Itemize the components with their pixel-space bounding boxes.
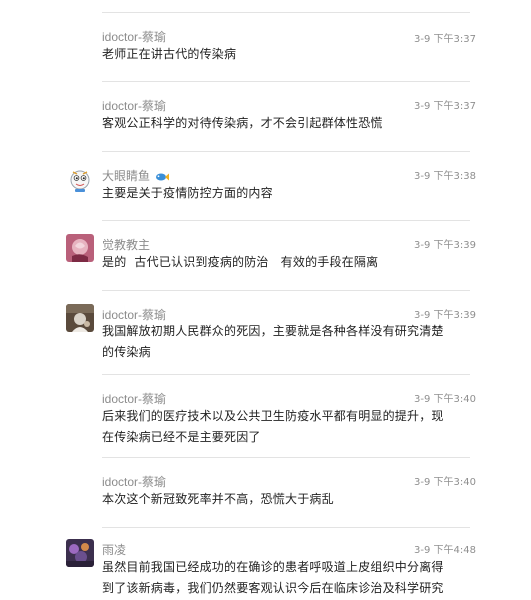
sender-name[interactable]: 大眼睛鱼 [102, 167, 170, 184]
sender-name[interactable]: idoctor-蔡瑜 [102, 390, 166, 407]
chat-message: idoctor-蔡瑜 3-9 下午3:40 后来我们的医疗技术以及公共卫生防疫水… [0, 374, 531, 457]
message-time: 3-9 下午3:39 [414, 240, 476, 251]
message-divider [102, 374, 470, 375]
message-time: 3-9 下午3:39 [414, 310, 476, 321]
message-text: 客观公正科学的对待传染病，才不会引起群体性恐慌 [102, 116, 383, 130]
chat-message: 觉教教主 3-9 下午3:39 是的 古代已认识到疫病的防治 有效的手段在隔离 [0, 220, 531, 290]
sender-name[interactable]: 雨凌 [102, 541, 126, 558]
sender-name[interactable]: 觉教教主 [102, 236, 150, 253]
sender-name[interactable]: idoctor-蔡瑜 [102, 28, 166, 45]
chat-message: idoctor-蔡瑜 3-9 下午3:40 本次这个新冠致死率并不高，恐慌大于病… [0, 457, 531, 527]
message-text: 我国解放初期人民群众的死因，主要就是各种各样没有研究清楚的传染病 [102, 324, 444, 359]
message-time: 3-9 下午3:37 [414, 101, 476, 112]
sender-name-text: 大眼睛鱼 [102, 169, 151, 183]
avatar[interactable] [66, 165, 94, 193]
message-divider [102, 457, 470, 458]
message-time: 3-9 下午4:48 [414, 545, 476, 556]
message-text: 老师正在讲古代的传染病 [102, 47, 237, 61]
rose-avatar-icon [66, 234, 94, 262]
message-divider [102, 527, 470, 528]
photo-avatar-icon [66, 304, 94, 332]
message-text: 本次这个新冠致死率并不高，恐慌大于病乱 [102, 492, 334, 506]
chat-message: 大眼睛鱼 3-9 下午3:38 主要是关于疫情防控方面的内容 [0, 151, 531, 220]
message-text: 是的 古代已认识到疫病的防治 有效的手段在隔离 [102, 255, 379, 269]
message-divider [102, 81, 470, 82]
chat-message: 雨凌 3-9 下午4:48 虽然目前我国已经成功的在确诊的患者呼吸道上皮组织中分… [0, 527, 531, 600]
chat-message: idoctor-蔡瑜 3-9 下午3:37 老师正在讲古代的传染病 [0, 12, 531, 81]
message-time: 3-9 下午3:40 [414, 394, 476, 405]
avatar[interactable] [66, 234, 94, 262]
message-time: 3-9 下午3:38 [414, 171, 476, 182]
message-text: 后来我们的医疗技术以及公共卫生防疫水平都有明显的提升，现在传染病已经不是主要死因… [102, 409, 444, 444]
sender-name[interactable]: idoctor-蔡瑜 [102, 97, 166, 114]
cartoon-avatar-icon [70, 170, 90, 192]
avatar[interactable] [66, 539, 94, 567]
message-time: 3-9 下午3:37 [414, 34, 476, 45]
chat-message: idoctor-蔡瑜 3-9 下午3:39 我国解放初期人民群众的死因，主要就是… [0, 290, 531, 374]
message-divider [102, 12, 470, 13]
chat-feed: idoctor-蔡瑜 3-9 下午3:37 老师正在讲古代的传染病 idocto… [0, 0, 531, 600]
message-text: 主要是关于疫情防控方面的内容 [102, 186, 273, 200]
sender-name[interactable]: idoctor-蔡瑜 [102, 473, 166, 490]
message-divider [102, 290, 470, 291]
fish-emoji-icon [156, 173, 170, 181]
message-divider [102, 220, 470, 221]
message-divider [102, 151, 470, 152]
chat-message: idoctor-蔡瑜 3-9 下午3:37 客观公正科学的对待传染病，才不会引起… [0, 81, 531, 150]
avatar[interactable] [66, 304, 94, 332]
message-text: 虽然目前我国已经成功的在确诊的患者呼吸道上皮组织中分离得到了该新病毒，我们仍然要… [102, 560, 444, 595]
message-time: 3-9 下午3:40 [414, 477, 476, 488]
photo-avatar-icon [66, 539, 94, 567]
